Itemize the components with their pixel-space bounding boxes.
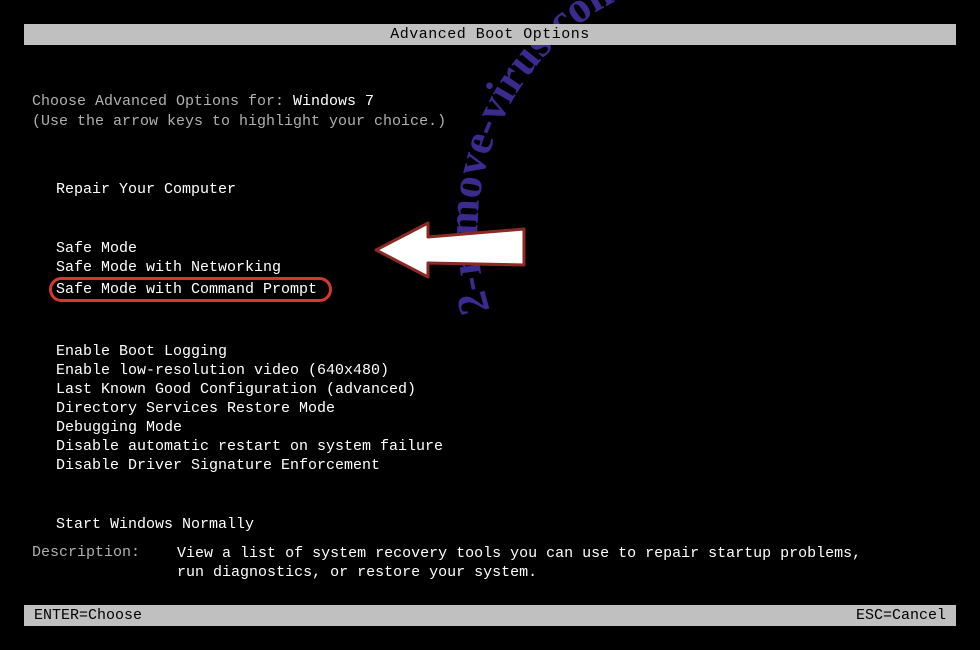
description-text: View a list of system recovery tools you… (177, 544, 877, 582)
option-safe-mode-cmd[interactable]: Safe Mode with Command Prompt (49, 277, 332, 302)
os-name: Windows 7 (293, 93, 374, 110)
description-block: Description: View a list of system recov… (32, 544, 948, 582)
footer-esc: ESC=Cancel (856, 607, 946, 624)
option-disable-driver-sig[interactable]: Disable Driver Signature Enforcement (56, 456, 380, 475)
option-group-4: Start Windows Normally (56, 515, 948, 534)
option-safe-mode-networking[interactable]: Safe Mode with Networking (56, 258, 281, 277)
title-bar: Advanced Boot Options (24, 24, 956, 45)
option-directory-services[interactable]: Directory Services Restore Mode (56, 399, 335, 418)
prompt-line: Choose Advanced Options for: Windows 7 (32, 93, 948, 110)
content-area: Choose Advanced Options for: Windows 7 (… (24, 93, 956, 534)
option-boot-logging[interactable]: Enable Boot Logging (56, 342, 227, 361)
screen-title: Advanced Boot Options (390, 26, 590, 43)
option-group-1: Repair Your Computer (56, 180, 948, 199)
option-group-2: Safe Mode Safe Mode with Networking Safe… (56, 239, 948, 302)
footer-enter: ENTER=Choose (34, 607, 142, 624)
option-disable-auto-restart[interactable]: Disable automatic restart on system fail… (56, 437, 443, 456)
option-start-normally[interactable]: Start Windows Normally (56, 515, 254, 534)
option-last-known-good[interactable]: Last Known Good Configuration (advanced) (56, 380, 416, 399)
option-low-res[interactable]: Enable low-resolution video (640x480) (56, 361, 389, 380)
description-label: Description: (32, 544, 140, 561)
hint-line: (Use the arrow keys to highlight your ch… (32, 113, 948, 130)
option-group-3: Enable Boot Logging Enable low-resolutio… (56, 342, 948, 475)
boot-screen-frame: Advanced Boot Options Choose Advanced Op… (24, 24, 956, 626)
option-repair-computer[interactable]: Repair Your Computer (56, 180, 236, 199)
option-debugging-mode[interactable]: Debugging Mode (56, 418, 182, 437)
prompt-prefix: Choose Advanced Options for: (32, 93, 293, 110)
footer-bar: ENTER=Choose ESC=Cancel (24, 605, 956, 626)
option-safe-mode[interactable]: Safe Mode (56, 239, 137, 258)
